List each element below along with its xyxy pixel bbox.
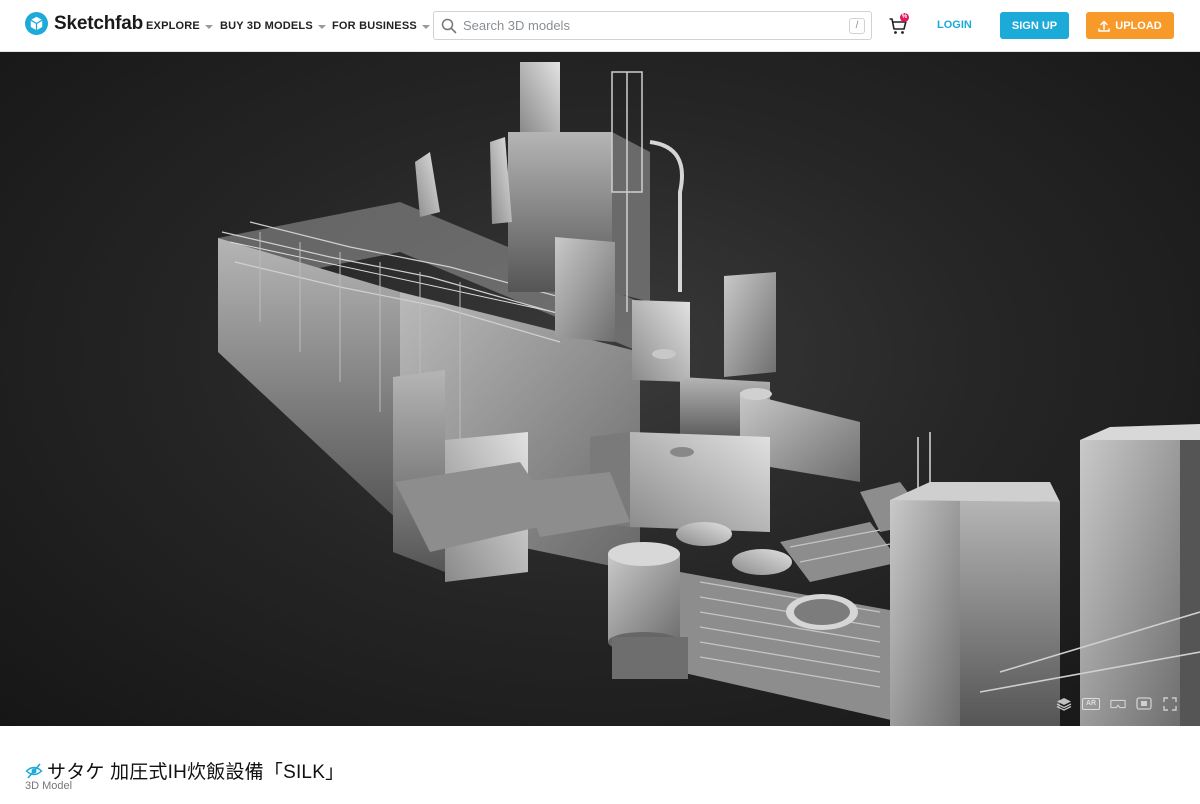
nav-business-label: FOR BUSINESS — [332, 20, 417, 32]
fullscreen-icon[interactable] — [1162, 697, 1178, 711]
vr-icon[interactable] — [1110, 697, 1126, 711]
signup-button[interactable]: SIGN UP — [1000, 12, 1069, 39]
cart-button[interactable]: % — [888, 13, 909, 36]
search-box: / — [433, 11, 872, 40]
search-icon — [441, 18, 457, 33]
search-shortcut-key: / — [849, 17, 865, 34]
login-link[interactable]: LOGIN — [937, 19, 972, 31]
model-render — [218, 62, 1200, 726]
chevron-down-icon — [204, 24, 213, 29]
nav-buy-3d-models[interactable]: BUY 3D MODELS — [220, 0, 326, 52]
viewer-controls: AR — [1056, 697, 1178, 711]
upload-button[interactable]: UPLOAD — [1086, 12, 1174, 39]
top-navbar: Sketchfab EXPLORE BUY 3D MODELS FOR BUSI… — [0, 0, 1200, 52]
model-title-row: サタケ 加圧式IH炊飯設備「SILK」 — [25, 757, 344, 784]
nav-explore-label: EXPLORE — [146, 20, 200, 32]
model-title: サタケ 加圧式IH炊飯設備「SILK」 — [47, 762, 345, 783]
nav-buy-label: BUY 3D MODELS — [220, 20, 313, 32]
inspector-icon[interactable] — [1136, 697, 1152, 711]
ar-icon[interactable]: AR — [1082, 698, 1100, 710]
sketchfab-logo-icon — [25, 12, 48, 35]
model-viewer[interactable]: AR — [0, 52, 1200, 726]
nav-for-business[interactable]: FOR BUSINESS — [332, 0, 430, 52]
upload-label: UPLOAD — [1115, 19, 1162, 32]
upload-icon — [1098, 20, 1111, 32]
chevron-down-icon — [421, 24, 430, 29]
chevron-down-icon — [317, 24, 326, 29]
layers-icon[interactable] — [1056, 697, 1072, 711]
search-input[interactable] — [463, 12, 849, 39]
nav-explore[interactable]: EXPLORE — [146, 0, 213, 52]
logo-text: Sketchfab — [54, 12, 144, 34]
model-subtitle: 3D Model — [25, 780, 73, 792]
hidden-eye-icon — [25, 762, 43, 779]
sketchfab-logo[interactable]: Sketchfab — [25, 12, 143, 35]
cart-badge: % — [900, 13, 909, 22]
